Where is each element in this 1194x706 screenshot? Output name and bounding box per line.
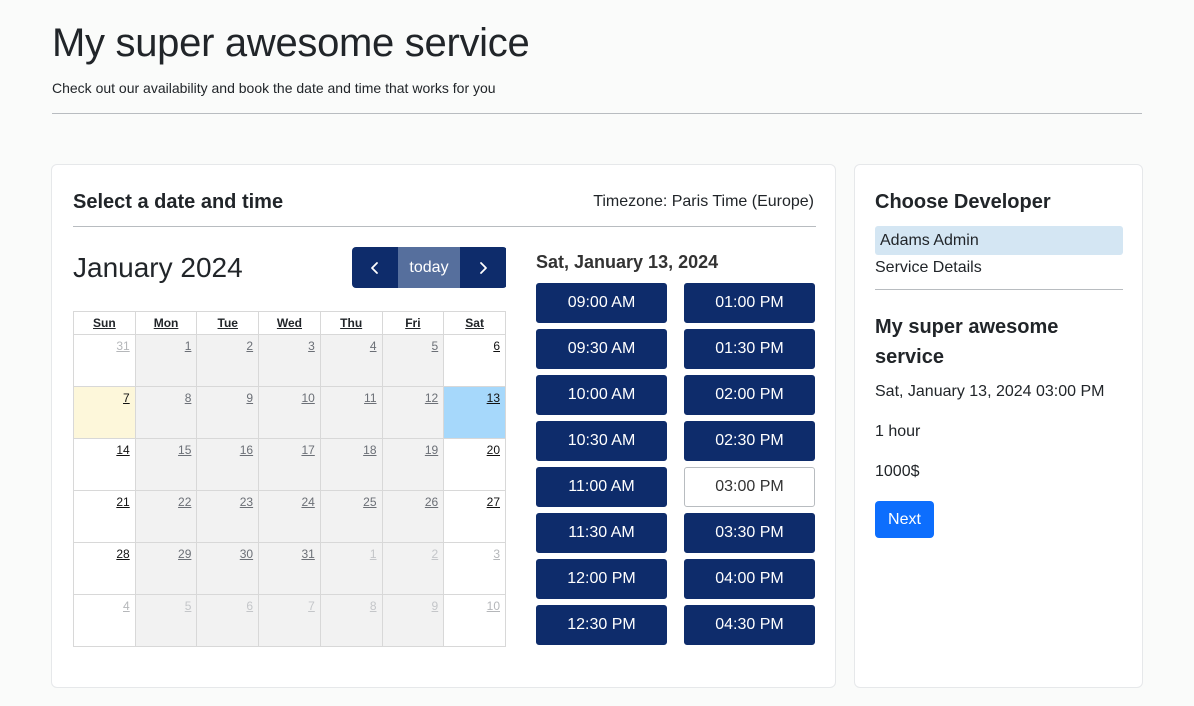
calendar-month-title: January 2024 <box>73 252 243 283</box>
calendar-day-today[interactable]: 7 <box>73 386 136 439</box>
calendar-day[interactable]: 4 <box>319 334 383 387</box>
page-title: My super awesome service <box>52 21 530 65</box>
calendar-week: 31 1 2 3 4 5 6 <box>73 334 506 387</box>
calendar-day[interactable]: 9 <box>196 386 260 439</box>
calendar-week: 21 22 23 24 25 26 27 <box>73 490 506 543</box>
time-slot-button[interactable]: 01:00 PM <box>684 283 815 323</box>
calendar-day[interactable]: 5 <box>134 594 198 647</box>
calendar-day[interactable]: 17 <box>258 438 321 491</box>
page-subtitle: Check out our availability and book the … <box>52 80 496 96</box>
calendar-day[interactable]: 6 <box>196 594 260 647</box>
calendar-week: 28 29 30 31 1 2 3 <box>73 542 506 595</box>
time-slot-button[interactable]: 10:00 AM <box>536 375 667 415</box>
time-slot-button[interactable]: 02:30 PM <box>684 421 815 461</box>
calendar-day[interactable]: 27 <box>443 490 506 543</box>
calendar-day[interactable]: 8 <box>134 386 198 439</box>
today-button[interactable]: today <box>398 247 460 288</box>
calendar-day[interactable]: 1 <box>319 542 383 595</box>
calendar-day-selected[interactable]: 13 <box>443 386 506 439</box>
developer-option[interactable]: Adams Admin <box>875 226 1123 255</box>
calendar-day[interactable]: 18 <box>319 438 383 491</box>
calendar-nav: today <box>352 247 507 288</box>
weekday-header: Thu <box>319 311 383 335</box>
calendar-day[interactable]: 5 <box>381 334 445 387</box>
time-slot-button[interactable]: 01:30 PM <box>684 329 815 369</box>
chevron-right-icon <box>480 261 487 274</box>
calendar-day[interactable]: 2 <box>381 542 445 595</box>
time-slot-button[interactable]: 10:30 AM <box>536 421 667 461</box>
calendar-day[interactable]: 3 <box>258 334 321 387</box>
calendar-day[interactable]: 26 <box>381 490 445 543</box>
calendar-day[interactable]: 8 <box>319 594 383 647</box>
calendar-day[interactable]: 22 <box>134 490 198 543</box>
calendar-day[interactable]: 14 <box>73 438 136 491</box>
calendar-day[interactable]: 24 <box>258 490 321 543</box>
next-month-button[interactable] <box>460 247 506 288</box>
service-name: My super awesome service <box>875 316 1059 368</box>
weekday-header: Fri <box>381 311 445 335</box>
service-details-label: Service Details <box>875 259 982 276</box>
calendar-day[interactable]: 2 <box>196 334 260 387</box>
time-slot-button[interactable]: 11:30 AM <box>536 513 667 553</box>
calendar-day[interactable]: 4 <box>73 594 136 647</box>
calendar-week: 4 5 6 7 8 9 10 <box>73 594 506 647</box>
timezone-label: Timezone: Paris Time (Europe) <box>593 193 814 210</box>
time-slot-grid: 09:00 AM 01:00 PM 09:30 AM 01:30 PM 10:0… <box>536 283 815 645</box>
calendar-day[interactable]: 3 <box>443 542 506 595</box>
time-slot-button[interactable]: 11:00 AM <box>536 467 667 507</box>
calendar-day[interactable]: 30 <box>196 542 260 595</box>
calendar-day[interactable]: 28 <box>73 542 136 595</box>
calendar-day[interactable]: 7 <box>258 594 321 647</box>
time-slot-button[interactable]: 04:30 PM <box>684 605 815 645</box>
booking-price: 1000$ <box>875 463 920 480</box>
time-slot-button[interactable]: 12:30 PM <box>536 605 667 645</box>
calendar-day[interactable]: 25 <box>319 490 383 543</box>
weekday-header: Tue <box>196 311 260 335</box>
calendar-day[interactable]: 11 <box>319 386 383 439</box>
section-title: Select a date and time <box>73 191 284 213</box>
weekday-header: Mon <box>134 311 198 335</box>
calendar-day[interactable]: 20 <box>443 438 506 491</box>
weekday-header: Sun <box>73 311 136 335</box>
time-slot-button-selected[interactable]: 03:00 PM <box>684 467 815 507</box>
calendar-day[interactable]: 15 <box>134 438 198 491</box>
time-slot-button[interactable]: 02:00 PM <box>684 375 815 415</box>
calendar-day[interactable]: 10 <box>258 386 321 439</box>
calendar-week: 14 15 16 17 18 19 20 <box>73 438 506 491</box>
calendar-day[interactable]: 1 <box>134 334 198 387</box>
booking-datetime: Sat, January 13, 2024 03:00 PM <box>875 383 1105 400</box>
calendar-day[interactable]: 12 <box>381 386 445 439</box>
prev-month-button[interactable] <box>352 247 398 288</box>
time-slot-button[interactable]: 09:30 AM <box>536 329 667 369</box>
calendar-day[interactable]: 19 <box>381 438 445 491</box>
summary-divider <box>875 289 1123 290</box>
booking-card: Select a date and time Timezone: Paris T… <box>51 164 836 688</box>
calendar-day[interactable]: 6 <box>443 334 506 387</box>
calendar-day[interactable]: 21 <box>73 490 136 543</box>
calendar-day[interactable]: 31 <box>73 334 136 387</box>
chevron-left-icon <box>371 261 378 274</box>
time-slot-button[interactable]: 12:00 PM <box>536 559 667 599</box>
calendar-week: 7 8 9 10 11 12 13 <box>73 386 506 439</box>
calendar-grid: Sun Mon Tue Wed Thu Fri Sat 31 1 2 3 4 5… <box>73 311 506 647</box>
time-slot-button[interactable]: 04:00 PM <box>684 559 815 599</box>
header-divider <box>52 113 1142 114</box>
summary-card: Choose Developer Adams Admin Service Det… <box>854 164 1143 688</box>
selected-date-heading: Sat, January 13, 2024 <box>536 252 719 272</box>
calendar-day[interactable]: 16 <box>196 438 260 491</box>
calendar-day[interactable]: 10 <box>443 594 506 647</box>
weekday-header: Wed <box>258 311 321 335</box>
calendar-day[interactable]: 31 <box>258 542 321 595</box>
weekday-header-row: Sun Mon Tue Wed Thu Fri Sat <box>73 311 506 335</box>
booking-duration: 1 hour <box>875 423 921 440</box>
booking-divider <box>73 226 816 227</box>
choose-developer-title: Choose Developer <box>875 191 1051 213</box>
weekday-header: Sat <box>443 311 506 335</box>
calendar-day[interactable]: 23 <box>196 490 260 543</box>
time-slot-button[interactable]: 09:00 AM <box>536 283 667 323</box>
next-button[interactable]: Next <box>875 501 934 538</box>
time-slot-button[interactable]: 03:30 PM <box>684 513 815 553</box>
calendar-day[interactable]: 29 <box>134 542 198 595</box>
calendar-day[interactable]: 9 <box>381 594 445 647</box>
